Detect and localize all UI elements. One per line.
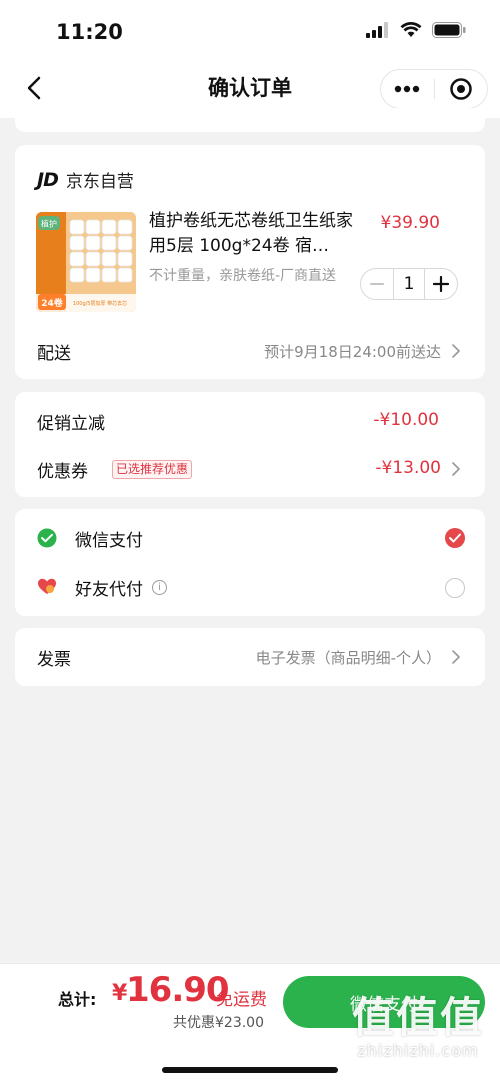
close-mini-program-button[interactable] bbox=[435, 70, 488, 108]
jd-logo: JD bbox=[37, 168, 59, 191]
discount-value: -¥10.00 bbox=[373, 410, 439, 430]
status-time: 11:20 bbox=[56, 20, 123, 44]
invoice-value[interactable]: 电子发票（商品明细-个人） bbox=[256, 647, 441, 668]
target-circle-icon bbox=[450, 78, 472, 100]
product-card: JD 京东自营 植护 24卷 100g/5层加厚 带芯去芯 植护卷纸无芯卷纸卫生… bbox=[15, 145, 485, 379]
coupon-tag: 已选推荐优惠 bbox=[112, 460, 193, 479]
home-indicator[interactable] bbox=[162, 1067, 338, 1073]
chevron-right-icon bbox=[452, 650, 460, 664]
image-brand-text: 植护 bbox=[41, 219, 57, 229]
product-price: ¥39.90 bbox=[380, 213, 440, 233]
checkout-bar: 总计: ¥ 16.90 免运费 共优惠¥23.00 微信支付 bbox=[0, 963, 500, 1082]
chevron-right-icon bbox=[452, 462, 460, 476]
delivery-label: 配送 bbox=[37, 344, 71, 364]
quantity-stepper: 1 bbox=[360, 268, 458, 300]
wechat-pay-radio[interactable] bbox=[445, 528, 465, 548]
wechat-pay-button[interactable]: 微信支付 bbox=[283, 976, 485, 1028]
delivery-value[interactable]: 预计9月18日24:00前送达 bbox=[264, 341, 441, 362]
decrease-button[interactable] bbox=[361, 269, 393, 299]
status-bar: 11:20 bbox=[0, 0, 500, 62]
product-title[interactable]: 植护卷纸无芯卷纸卫生纸家用5层 100g*24卷 宿… bbox=[149, 209, 359, 259]
friend-pay-radio[interactable] bbox=[445, 578, 465, 598]
coupon-value[interactable]: -¥13.00 bbox=[375, 458, 441, 478]
signal-icon bbox=[366, 22, 388, 38]
wifi-icon bbox=[400, 22, 422, 37]
toilet-paper-package-image: 植护 24卷 100g/5层加厚 带芯去芯 bbox=[36, 212, 136, 312]
friend-pay-label[interactable]: 好友代付 bbox=[75, 575, 143, 600]
mini-program-capsule bbox=[380, 69, 488, 109]
free-shipping-label: 免运费 bbox=[216, 990, 267, 1010]
more-button[interactable] bbox=[381, 70, 434, 108]
shop-name: 京东自营 bbox=[65, 172, 134, 192]
status-icons bbox=[366, 22, 466, 38]
product-image[interactable]: 植护 24卷 100g/5层加厚 带芯去芯 bbox=[36, 212, 136, 312]
friend-pay-heart-icon bbox=[38, 578, 56, 594]
total-label: 总计: bbox=[58, 990, 97, 1009]
plus-icon bbox=[433, 276, 449, 292]
info-icon[interactable]: i bbox=[152, 580, 167, 595]
total-saved: 共优惠¥23.00 bbox=[173, 1015, 264, 1031]
wechat-pay-label[interactable]: 微信支付 bbox=[75, 526, 143, 551]
product-spec: 不计重量，亲肤卷纸-厂商直送 bbox=[149, 268, 337, 284]
chevron-right-icon bbox=[452, 344, 460, 358]
image-count-text: 24卷 bbox=[41, 297, 64, 309]
increase-button[interactable] bbox=[425, 269, 457, 299]
wechat-pay-icon bbox=[37, 528, 57, 548]
coupon-label[interactable]: 优惠券 bbox=[37, 457, 88, 482]
total-amount: 16.90 bbox=[126, 970, 230, 1010]
invoice-card[interactable]: 发票 电子发票（商品明细-个人） bbox=[15, 628, 485, 686]
shop-row: JD 京东自营 bbox=[37, 167, 134, 193]
minus-icon bbox=[370, 283, 384, 285]
discount-label: 促销立减 bbox=[37, 414, 105, 434]
more-dots-icon bbox=[395, 85, 420, 93]
quantity-value[interactable]: 1 bbox=[393, 269, 425, 299]
battery-icon bbox=[432, 22, 466, 38]
checkmark-icon bbox=[449, 533, 461, 543]
payment-method-card: 微信支付 好友代付 i bbox=[15, 509, 485, 616]
image-tag-text: 100g/5层加厚 带芯去芯 bbox=[73, 300, 127, 307]
invoice-label: 发票 bbox=[37, 650, 71, 670]
promotion-card: 促销立减 -¥10.00 优惠券 已选推荐优惠 -¥13.00 bbox=[15, 392, 485, 497]
address-card-bottom bbox=[15, 108, 485, 132]
